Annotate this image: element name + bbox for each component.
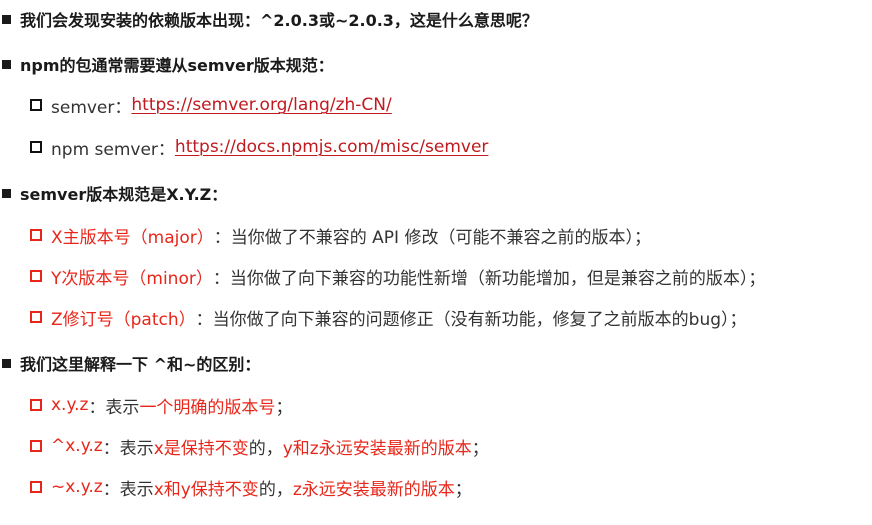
square-bullet-icon bbox=[2, 188, 11, 198]
hollow-square-bullet-icon bbox=[30, 399, 42, 411]
semver-intro-text: npm的包通常需要遵从semver版本规范： bbox=[20, 56, 334, 75]
diff-part: x.y.z bbox=[51, 395, 89, 415]
major-version-item: X主版本号（major） ：当你做了不兼容的 API 修改（可能不兼容之前的版本… bbox=[30, 220, 651, 250]
hollow-square-bullet-icon bbox=[30, 270, 42, 282]
minor-version-item: Y次版本号（minor） ：当你做了向下兼容的功能性新增（新功能增加，但是兼容之… bbox=[30, 261, 765, 291]
hollow-square-bullet-icon bbox=[30, 481, 42, 493]
npm-semver-link-item: npm semver： https://docs.npmjs.com/misc/… bbox=[30, 132, 488, 162]
hollow-square-bullet-icon bbox=[30, 141, 42, 153]
exact-version-item: x.y.z ：表示 一个明确的版本号； bbox=[30, 390, 292, 420]
link-label: npm semver： bbox=[51, 139, 175, 160]
version-description: ：当你做了向下兼容的功能性新增（新功能增加，但是兼容之前的版本）； bbox=[212, 268, 766, 289]
diff-part: 一个明确的版本号 bbox=[139, 397, 276, 418]
diff-part: z永远安装最新的版本 bbox=[292, 479, 455, 500]
version-term: Z修订号（patch） bbox=[51, 309, 196, 330]
version-description: ：当你做了向下兼容的问题修正（没有新功能，修复了之前版本的bug）； bbox=[195, 309, 747, 330]
diff-part: x是保持不变 bbox=[153, 438, 249, 459]
patch-version-item: Z修订号（patch） ：当你做了向下兼容的问题修正（没有新功能，修复了之前版本… bbox=[30, 302, 747, 332]
hollow-square-bullet-icon bbox=[30, 229, 42, 241]
diff-part: ^x.y.z bbox=[51, 436, 103, 456]
link-label: semver： bbox=[51, 97, 132, 118]
version-term: Y次版本号（minor） bbox=[51, 268, 213, 289]
diff-part: ：表示 bbox=[102, 438, 154, 459]
difference-heading: 我们这里解释一下 ^和~的区别： bbox=[2, 348, 260, 378]
diff-part: ； bbox=[454, 479, 472, 500]
square-bullet-icon bbox=[2, 358, 11, 368]
diff-part: ~x.y.z bbox=[51, 477, 103, 497]
diff-part: 的， bbox=[248, 438, 283, 459]
question-heading: 我们会发现安装的依赖版本出现：^2.0.3或~2.0.3，这是什么意思呢？ bbox=[2, 4, 538, 34]
diff-part: ； bbox=[275, 397, 293, 418]
diff-part: ：表示 bbox=[102, 479, 154, 500]
version-description: ：当你做了不兼容的 API 修改（可能不兼容之前的版本）； bbox=[213, 227, 651, 248]
question-text: 我们会发现安装的依赖版本出现：^2.0.3或~2.0.3，这是什么意思呢？ bbox=[20, 11, 538, 30]
semver-link-item: semver： https://semver.org/lang/zh-CN/ bbox=[30, 90, 392, 120]
tilde-version-item: ~x.y.z ：表示 x和y保持不变 的， z永远安装最新的版本； bbox=[30, 472, 472, 502]
diff-part: x和y保持不变 bbox=[153, 479, 259, 500]
square-bullet-icon bbox=[2, 59, 11, 69]
npm-semver-link[interactable]: https://docs.npmjs.com/misc/semver bbox=[175, 137, 488, 157]
xyz-heading-text: semver版本规范是X.Y.Z： bbox=[20, 185, 228, 204]
hollow-square-bullet-icon bbox=[30, 440, 42, 452]
hollow-square-bullet-icon bbox=[30, 99, 42, 111]
semver-link[interactable]: https://semver.org/lang/zh-CN/ bbox=[131, 95, 391, 115]
caret-version-item: ^x.y.z ：表示 x是保持不变 的， y和z永远安装最新的版本； bbox=[30, 431, 489, 461]
difference-heading-text: 我们这里解释一下 ^和~的区别： bbox=[20, 355, 261, 374]
semver-intro-heading: npm的包通常需要遵从semver版本规范： bbox=[2, 49, 334, 79]
hollow-square-bullet-icon bbox=[30, 311, 42, 323]
square-bullet-icon bbox=[2, 14, 11, 24]
xyz-heading: semver版本规范是X.Y.Z： bbox=[2, 178, 227, 208]
diff-part: ：表示 bbox=[88, 397, 140, 418]
diff-part: ； bbox=[471, 438, 489, 459]
version-term: X主版本号（major） bbox=[51, 227, 214, 248]
diff-part: y和z永远安装最新的版本 bbox=[282, 438, 472, 459]
diff-part: 的， bbox=[258, 479, 293, 500]
